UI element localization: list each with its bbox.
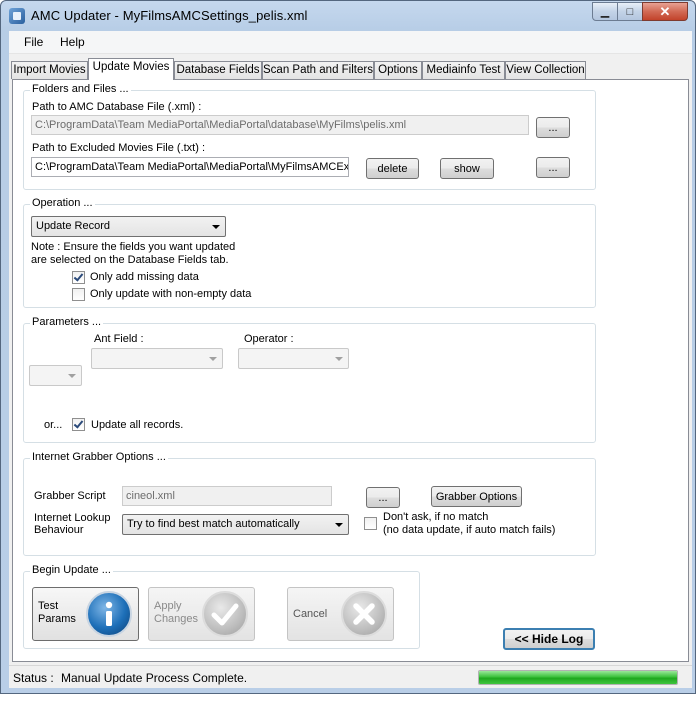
dont-ask-checkbox[interactable]	[364, 517, 377, 530]
info-icon	[86, 591, 132, 637]
folders-group-title: Folders and Files ...	[30, 83, 131, 95]
excluded-path-field[interactable]: C:\ProgramData\Team MediaPortal\MediaPor…	[31, 157, 349, 177]
operation-select[interactable]: Update Record	[31, 216, 226, 237]
maximize-button[interactable]: □	[617, 2, 643, 21]
db-browse-button[interactable]: ...	[536, 117, 570, 138]
update-all-label: Update all records.	[91, 419, 184, 431]
operation-group-title: Operation ...	[30, 197, 95, 209]
grabber-browse-button[interactable]: ...	[366, 487, 400, 508]
logic-select[interactable]	[29, 365, 82, 386]
progress-bar	[478, 670, 678, 685]
cancel-button[interactable]: Cancel	[287, 587, 394, 641]
ant-field-label: Ant Field :	[94, 333, 144, 345]
operation-note: Note : Ensure the fields you want update…	[31, 241, 236, 266]
status-message: Manual Update Process Complete.	[61, 671, 248, 685]
update-all-checkbox[interactable]	[72, 418, 85, 431]
tab-mediainfo-test[interactable]: Mediainfo Test	[422, 61, 505, 79]
ant-field-select[interactable]	[91, 348, 223, 369]
operator-label: Operator :	[244, 333, 294, 345]
apply-changes-button[interactable]: Apply Changes	[148, 587, 255, 641]
excluded-browse-button[interactable]: ...	[536, 157, 570, 178]
title-bar[interactable]: AMC Updater - MyFilmsAMCSettings_pelis.x…	[1, 1, 697, 31]
non-empty-label: Only update with non-empty data	[90, 288, 252, 300]
maximize-icon: □	[626, 5, 634, 18]
menu-file[interactable]: File	[24, 35, 43, 49]
only-missing-label: Only add missing data	[90, 271, 199, 283]
client-area: File Help Import Movies Update Movies Da…	[9, 31, 692, 688]
parameters-group-title: Parameters ...	[30, 316, 104, 328]
cross-icon	[341, 591, 387, 637]
show-button[interactable]: show	[440, 158, 494, 179]
tab-update-movies[interactable]: Update Movies	[88, 58, 174, 80]
tab-scan-path-filters[interactable]: Scan Path and Filters	[262, 61, 374, 79]
chevron-down-icon	[335, 523, 343, 527]
apply-changes-label: Apply Changes	[154, 600, 199, 625]
chevron-down-icon	[212, 225, 220, 229]
window-title: AMC Updater - MyFilmsAMCSettings_pelis.x…	[31, 8, 308, 23]
close-button[interactable]: ✕	[642, 2, 688, 21]
app-icon	[9, 8, 25, 24]
grabber-script-field[interactable]: cineol.xml	[122, 486, 332, 506]
app-window: AMC Updater - MyFilmsAMCSettings_pelis.x…	[0, 0, 696, 694]
db-path-label: Path to AMC Database File (.xml) :	[32, 101, 202, 113]
checkmark-icon	[202, 591, 248, 637]
tab-import-movies[interactable]: Import Movies	[11, 61, 88, 79]
hide-log-button[interactable]: << Hide Log	[503, 628, 595, 650]
test-params-label: Test Params	[38, 600, 76, 625]
only-missing-checkbox[interactable]	[72, 271, 85, 284]
chevron-down-icon	[68, 374, 76, 378]
tab-database-fields[interactable]: Database Fields	[174, 61, 262, 79]
test-params-button[interactable]: Test Params	[32, 587, 139, 641]
db-path-field[interactable]: C:\ProgramData\Team MediaPortal\MediaPor…	[31, 115, 529, 135]
status-label: Status :	[13, 671, 54, 685]
minimize-icon: ▁	[600, 6, 610, 18]
dont-ask-label: Don't ask, if no match (no data update, …	[383, 511, 556, 536]
begin-update-group-title: Begin Update ...	[30, 564, 113, 576]
grabber-script-label: Grabber Script	[34, 490, 106, 502]
close-icon: ✕	[659, 3, 671, 19]
chevron-down-icon	[335, 357, 343, 361]
grabber-options-button[interactable]: Grabber Options	[431, 486, 522, 507]
or-label: or...	[44, 419, 63, 431]
menu-bar: File Help	[9, 31, 692, 54]
non-empty-checkbox[interactable]	[72, 288, 85, 301]
lookup-behaviour-select[interactable]: Try to find best match automatically	[122, 514, 349, 535]
lookup-behaviour-value: Try to find best match automatically	[127, 518, 300, 530]
tab-view-collection[interactable]: View Collection	[505, 61, 586, 79]
cancel-label: Cancel	[293, 608, 328, 620]
lookup-behaviour-label: Internet Lookup Behaviour	[34, 512, 111, 536]
tab-options[interactable]: Options	[374, 61, 422, 79]
delete-button[interactable]: delete	[366, 158, 419, 179]
progress-bar-fill	[479, 671, 677, 684]
chevron-down-icon	[209, 357, 217, 361]
menu-help[interactable]: Help	[60, 35, 85, 49]
excluded-path-label: Path to Excluded Movies File (.txt) :	[32, 142, 206, 154]
status-bar: Status : Manual Update Process Complete.	[9, 665, 692, 688]
grabber-group: Internet Grabber Options ...	[23, 451, 596, 556]
operation-select-value: Update Record	[36, 220, 110, 232]
operator-select[interactable]	[238, 348, 349, 369]
minimize-button[interactable]: ▁	[592, 2, 618, 21]
grabber-group-title: Internet Grabber Options ...	[30, 451, 168, 463]
